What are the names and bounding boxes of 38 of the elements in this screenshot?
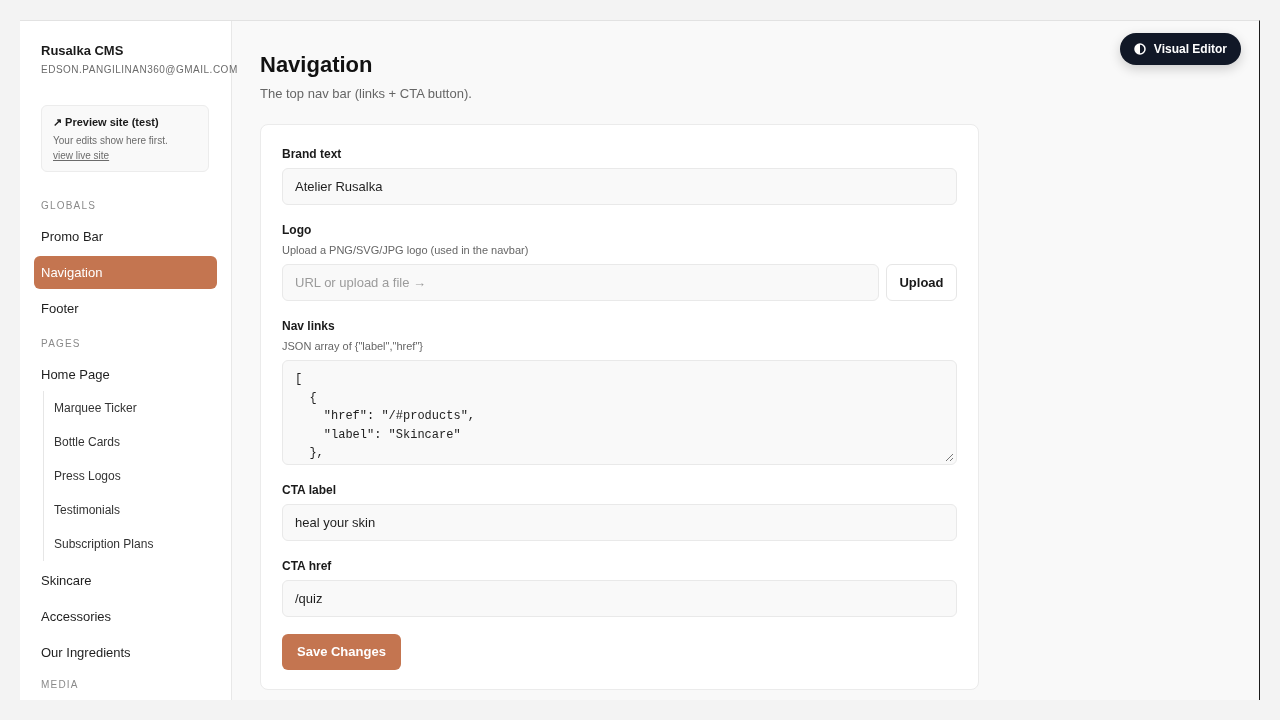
sidebar-item[interactable]: Promo Bar xyxy=(34,220,217,253)
sidebar-item[interactable]: Accessories xyxy=(34,600,217,633)
field-hint: JSON array of {"label","href"} xyxy=(282,339,423,353)
field-label: Nav links xyxy=(282,318,335,334)
sidebar-item[interactable]: Our Ingredients xyxy=(34,636,217,669)
app-title: Rusalka CMS xyxy=(40,43,125,59)
view-live-site-link[interactable]: view live site xyxy=(53,150,110,161)
resize-grip-icon[interactable] xyxy=(946,454,953,461)
save-changes-button[interactable]: Save Changes xyxy=(282,634,401,670)
page-title: Navigation xyxy=(260,51,373,79)
field-label: CTA label xyxy=(282,482,336,498)
sidebar-item[interactable]: Skincare xyxy=(34,564,217,597)
preview-note: Your edits show here first. view live site xyxy=(53,134,169,163)
json-textarea[interactable]: [ { "href": "/#products", "label": "Skincare" }, xyxy=(282,360,957,465)
section-heading: PAGES xyxy=(40,338,82,350)
sidebar-item[interactable]: Home Page xyxy=(34,358,217,391)
contrast-icon xyxy=(1133,43,1146,55)
text-input[interactable]: Atelier Rusalka xyxy=(282,168,957,205)
visual-editor-button[interactable]: Visual Editor xyxy=(1119,33,1241,65)
sidebar-item[interactable]: Footer xyxy=(34,292,217,325)
sidebar-item[interactable]: Subscription Plans xyxy=(47,527,217,561)
sidebar-item[interactable]: Marquee Ticker xyxy=(47,391,217,425)
page-subtitle: The top nav bar (links + CTA button). xyxy=(260,85,472,103)
field-label: Logo xyxy=(282,222,312,238)
sidebar-item[interactable]: Press Logos xyxy=(47,459,217,493)
text-input[interactable]: heal your skin xyxy=(282,504,957,541)
field-label: Brand text xyxy=(282,146,342,162)
field-hint: Upload a PNG/SVG/JPG logo (used in the navbar) xyxy=(282,243,529,257)
user-email: EDSON.PANGILINAN360@GMAIL.COM xyxy=(41,63,238,77)
section-heading: MEDIA xyxy=(40,679,80,691)
upload-button[interactable]: Upload xyxy=(886,264,957,301)
field-label: CTA href xyxy=(282,558,332,574)
sidebar-item[interactable]: Navigation xyxy=(34,256,217,289)
section-heading: GLOBALS xyxy=(40,200,98,212)
text-input[interactable]: /quiz xyxy=(282,580,957,617)
sidebar-item[interactable]: Testimonials xyxy=(47,493,217,527)
sidebar-item[interactable]: Bottle Cards xyxy=(47,425,217,459)
preview-link[interactable]: ↗ Preview site (test) xyxy=(53,114,159,130)
